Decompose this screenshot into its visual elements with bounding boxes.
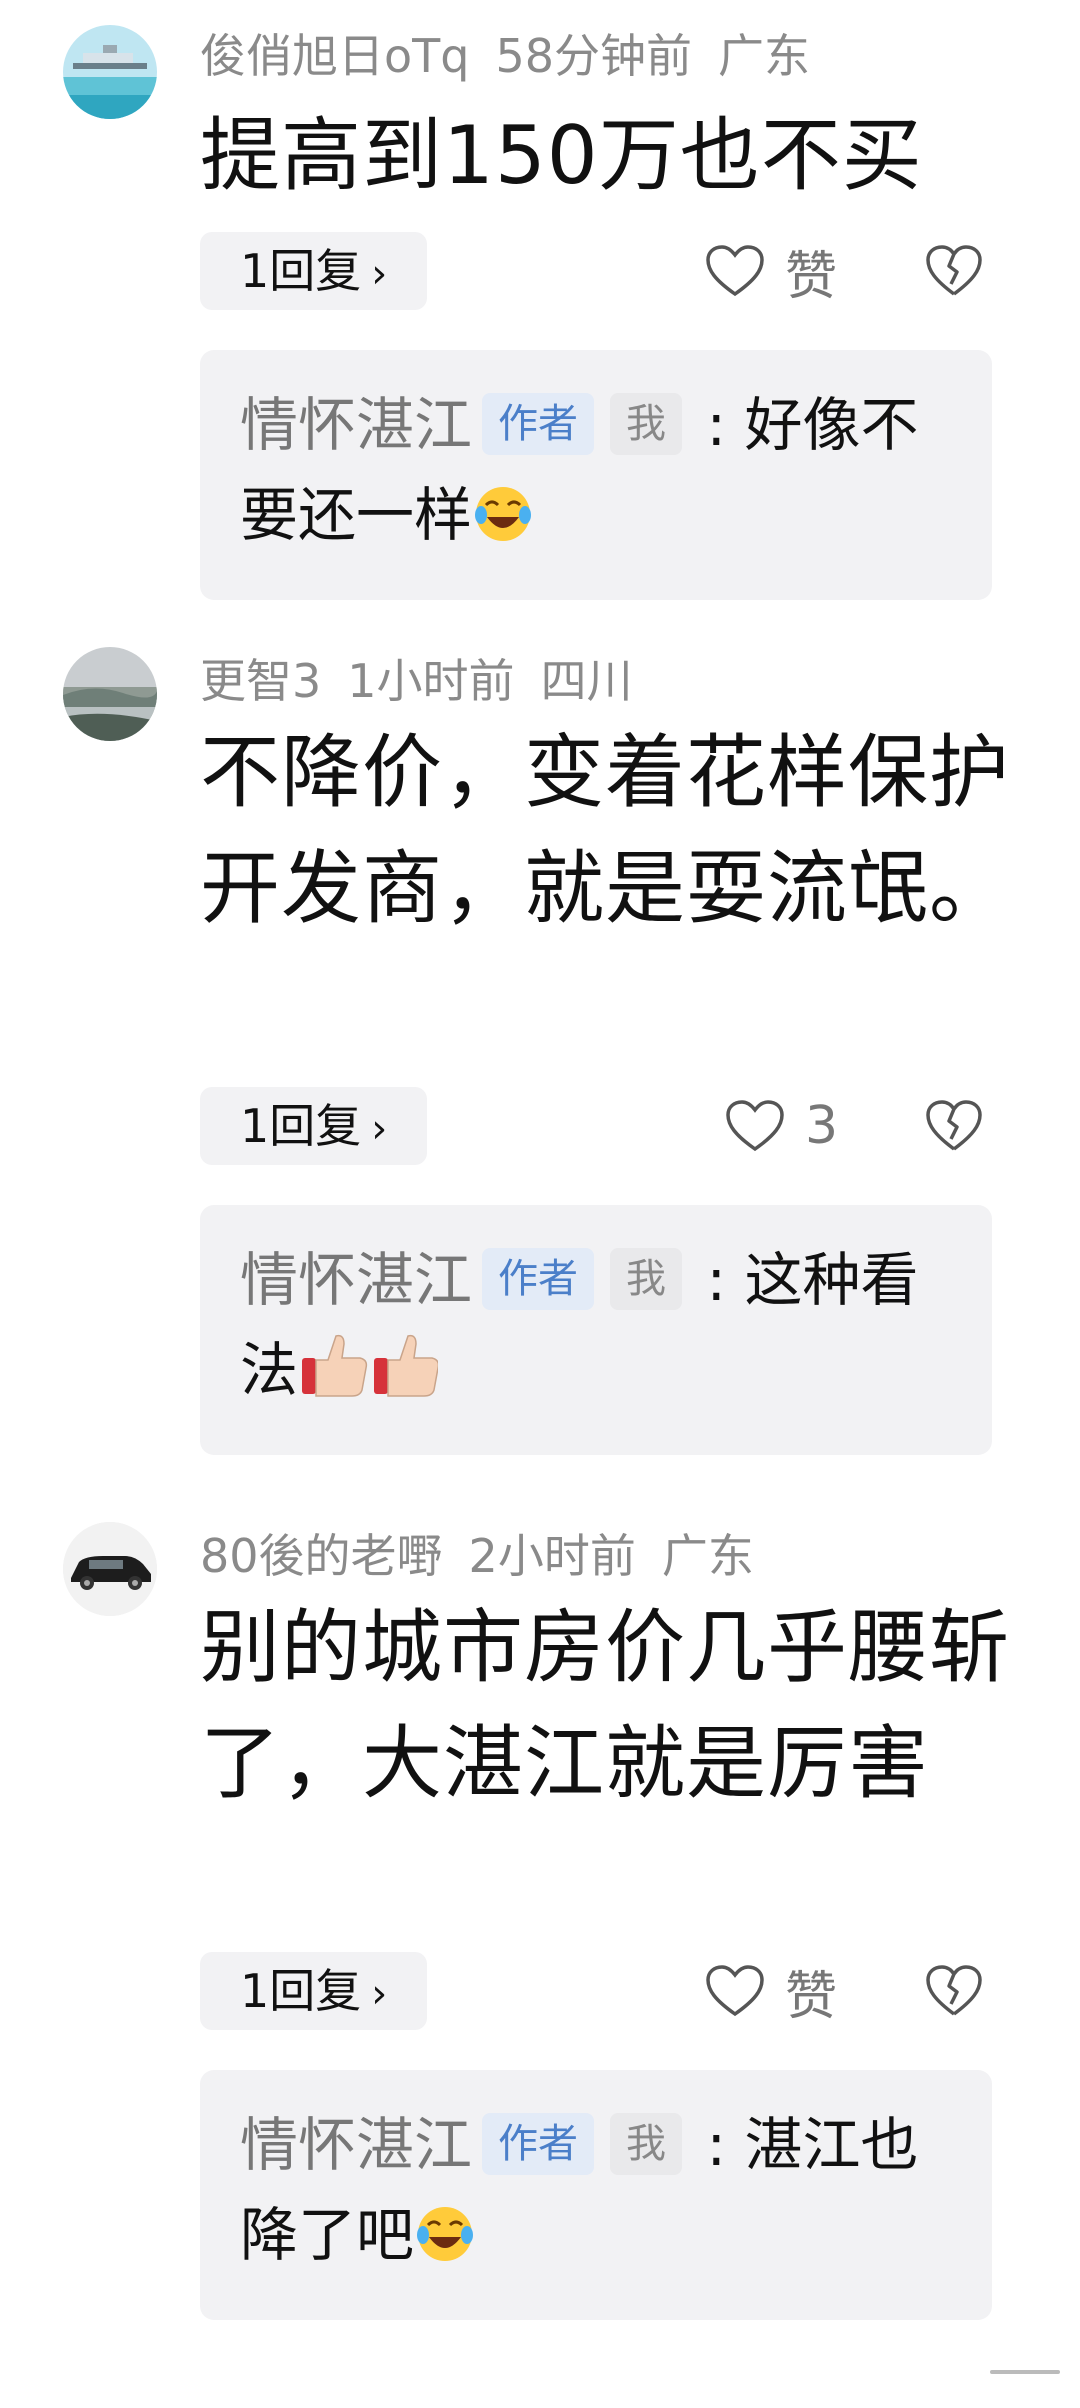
comment-time: 1小时前 [347, 654, 515, 708]
like-button[interactable]: 赞 [705, 232, 837, 310]
broken-heart-icon [926, 1100, 982, 1151]
like-label: 赞 [785, 1966, 838, 2027]
me-tag: 我 [610, 1248, 683, 1310]
comment-text: 不降价，变着花样保护开发商，就是耍流氓。 [200, 726, 1010, 935]
avatar[interactable] [63, 1522, 157, 1616]
dislike-button[interactable] [925, 1952, 985, 2030]
chevron-right-icon: › [371, 1971, 388, 2017]
comment-item: 更智3 1小时前 四川 不降价，变着花样保护开发商，就是耍流氓。 1回复 › 3 情怀… [0, 645, 1080, 1465]
avatar-beach-image [63, 25, 157, 119]
me-tag: 我 [610, 2113, 683, 2175]
comment-text: 别的城市房价几乎腰斩了，大湛江就是厉害 [200, 1601, 1010, 1810]
comment-meta: 80後的老嘢 2小时前 广东 [200, 1528, 780, 1584]
author-reply-box[interactable]: 情怀湛江 作者我 : 好像不要还一样 [200, 350, 992, 600]
chevron-right-icon: › [371, 251, 388, 297]
reply-separator: : [706, 1246, 726, 1314]
reply-count-button[interactable]: 1回复 › [200, 1087, 428, 1165]
comment-meta: 更智3 1小时前 四川 [200, 653, 659, 709]
heart-icon [706, 1965, 764, 2017]
comment-location: 广东 [718, 29, 810, 83]
reply-separator: : [706, 2111, 726, 2179]
avatar[interactable] [63, 25, 157, 119]
reply-separator: : [706, 391, 726, 459]
author-reply: 情怀湛江 作者我 : 这种看法 [240, 1235, 952, 1425]
avatar-landscape-image [63, 647, 157, 741]
like-count: 3 [805, 1096, 839, 1156]
reply-count-button[interactable]: 1回复 › [200, 1952, 428, 2030]
heart-icon [706, 245, 764, 297]
avatar[interactable] [63, 647, 157, 741]
broken-heart-icon [926, 245, 982, 296]
author-reply: 情怀湛江 作者我 : 好像不要还一样 [240, 380, 952, 570]
reply-count-button[interactable]: 1回复 › [200, 232, 428, 310]
comment-time: 2小时前 [468, 1529, 636, 1583]
comment-item: 俊俏旭日oTq 58分钟前 广东 提高到150万也不买 1回复 › 赞 情怀湛江 作者我… [0, 20, 1080, 600]
reply-count-label: 1回复 [240, 244, 362, 298]
reply-count-label: 1回复 [240, 1964, 362, 2018]
reply-author-name[interactable]: 情怀湛江 [240, 1246, 472, 1314]
comment-item: 80後的老嘢 2小时前 广东 别的城市房价几乎腰斩了，大湛江就是厉害 1回复 › 赞 … [0, 1520, 1080, 2360]
reply-author-name[interactable]: 情怀湛江 [240, 391, 472, 459]
tears-of-joy-emoji-icon [414, 2200, 476, 2290]
comment-time: 58分钟前 [495, 29, 692, 83]
author-reply-box[interactable]: 情怀湛江 作者我 : 湛江也降了吧 [200, 2070, 992, 2320]
author-reply: 情怀湛江 作者我 : 湛江也降了吧 [240, 2100, 952, 2290]
scroll-indicator [990, 2370, 1060, 2374]
comment-meta: 俊俏旭日oTq 58分钟前 广东 [200, 28, 836, 84]
comment-username[interactable]: 更智3 [200, 654, 321, 708]
like-label: 赞 [785, 246, 838, 307]
thumbs-up-emoji-icon [298, 1330, 440, 1425]
author-reply-box[interactable]: 情怀湛江 作者我 : 这种看法 [200, 1205, 992, 1455]
like-button[interactable]: 赞 [705, 1952, 837, 2030]
tears-of-joy-emoji-icon [472, 480, 534, 570]
comment-username[interactable]: 80後的老嘢 [200, 1529, 443, 1583]
comment-location: 四川 [540, 654, 633, 708]
heart-icon [726, 1100, 784, 1152]
avatar-car-image [63, 1522, 157, 1616]
comment-username[interactable]: 俊俏旭日oTq [200, 29, 469, 83]
me-tag: 我 [610, 393, 683, 455]
comment-location: 广东 [661, 1529, 754, 1583]
dislike-button[interactable] [925, 232, 985, 310]
like-button[interactable]: 3 [725, 1087, 838, 1165]
author-tag: 作者 [482, 2113, 595, 2175]
author-tag: 作者 [482, 393, 595, 455]
comment-text: 提高到150万也不买 [200, 109, 923, 202]
dislike-button[interactable] [925, 1087, 985, 1165]
author-tag: 作者 [482, 1248, 595, 1310]
reply-count-label: 1回复 [240, 1099, 362, 1153]
reply-author-name[interactable]: 情怀湛江 [240, 2111, 472, 2179]
chevron-right-icon: › [371, 1106, 388, 1152]
broken-heart-icon [926, 1965, 982, 2016]
